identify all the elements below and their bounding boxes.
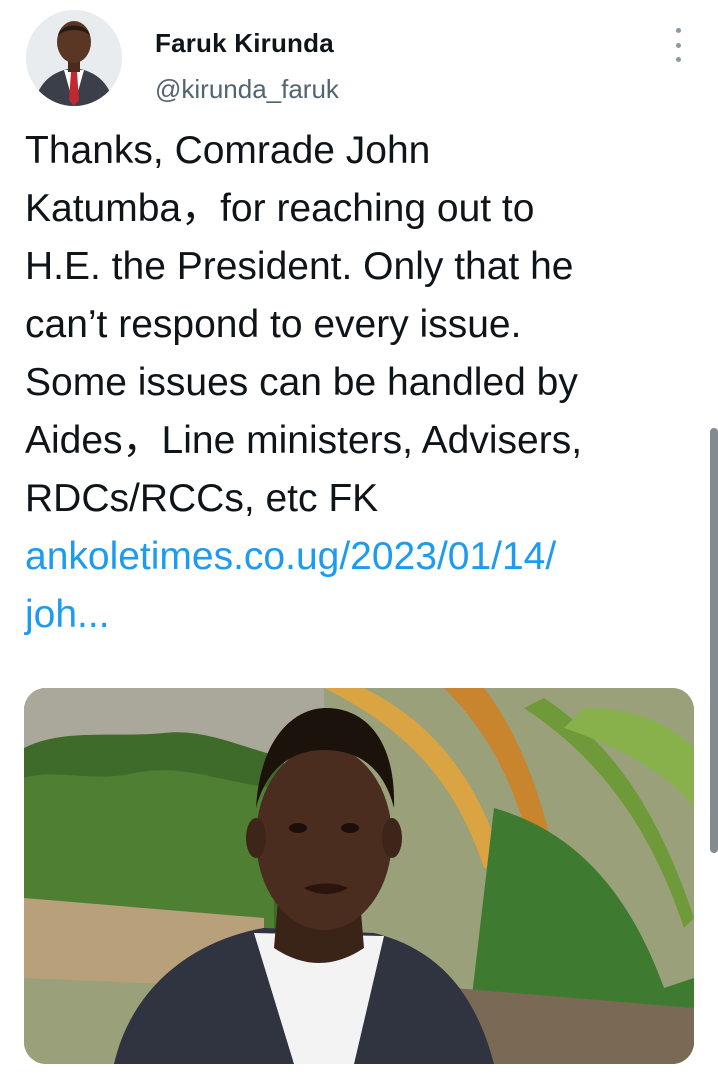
more-vertical-icon: [675, 28, 681, 33]
username-handle[interactable]: @kirunda_faruk: [155, 74, 339, 105]
tweet-link-continued[interactable]: joh...: [25, 586, 695, 644]
tweet-text-line: Some issues can be handled by: [25, 361, 578, 404]
tweet-text-line: H.E. the President. Only that he: [25, 245, 574, 288]
more-vertical-icon-dot: [675, 57, 681, 62]
tweet-text-line: Thanks, Comrade John: [25, 129, 431, 172]
tweet-text-line: Aides，Line ministers, Advisers,: [25, 419, 583, 462]
tweet: Faruk Kirunda @kirunda_faruk Thanks, Com…: [0, 0, 718, 1080]
avatar[interactable]: [26, 10, 122, 106]
tweet-text: Thanks, Comrade John Katumba，for reachin…: [25, 122, 695, 644]
more-vertical-icon-dot: [675, 42, 681, 48]
tweet-media-image[interactable]: [24, 688, 694, 1064]
more-options-button[interactable]: [664, 28, 692, 62]
scrollbar[interactable]: [710, 428, 718, 853]
tweet-link[interactable]: ankoletimes.co.ug/2023/01/14/: [25, 528, 695, 586]
tweet-text-line: RDCs/RCCs, etc FK: [25, 477, 379, 520]
display-name[interactable]: Faruk Kirunda: [155, 28, 334, 59]
tweet-text-line: can’t respond to every issue.: [25, 303, 522, 346]
tweet-text-line: Katumba，for reaching out to: [25, 187, 535, 230]
